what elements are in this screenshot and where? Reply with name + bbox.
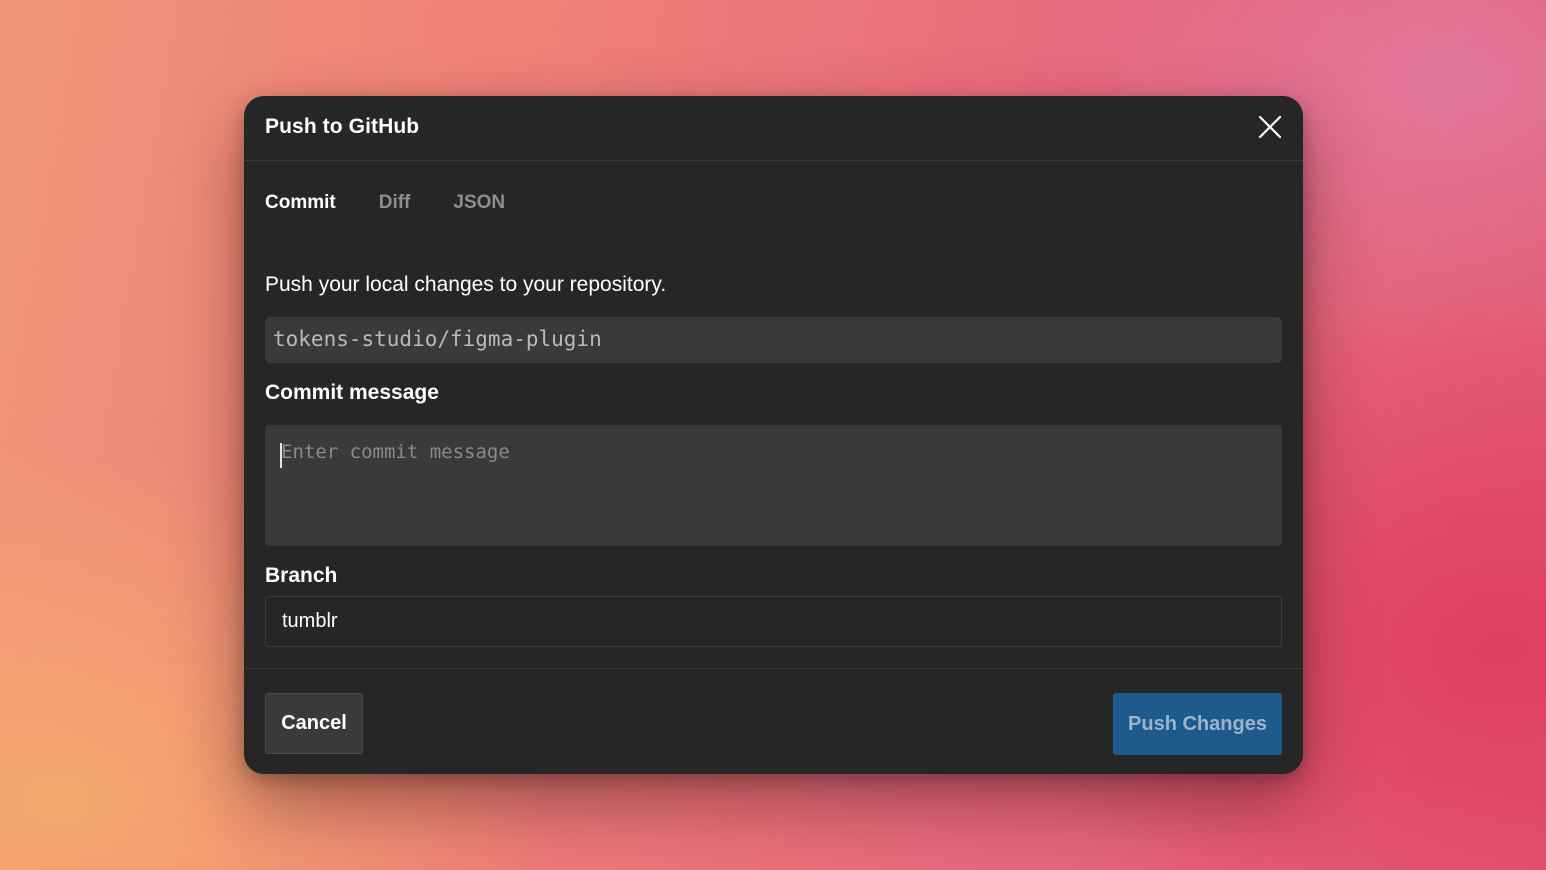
commit-message-label: Commit message: [265, 381, 439, 404]
text-caret: [280, 443, 282, 468]
dialog-header: Push to GitHub: [244, 96, 1303, 161]
push-description: Push your local changes to your reposito…: [265, 273, 667, 296]
branch-label: Branch: [265, 564, 338, 587]
push-dialog: Push to GitHub Commit Diff JSON Push you…: [244, 96, 1303, 774]
tab-diff[interactable]: Diff: [379, 192, 411, 214]
tab-commit[interactable]: Commit: [265, 192, 336, 214]
dialog-title: Push to GitHub: [265, 115, 420, 138]
tab-bar: Commit Diff JSON: [265, 192, 548, 214]
commit-message-input[interactable]: [265, 425, 1282, 546]
close-button[interactable]: [1255, 112, 1285, 142]
branch-input[interactable]: [265, 596, 1282, 647]
dialog-footer: Cancel Push Changes: [244, 668, 1303, 775]
cancel-button[interactable]: Cancel: [265, 693, 363, 754]
close-icon: [1258, 115, 1282, 139]
push-changes-button[interactable]: Push Changes: [1113, 693, 1282, 755]
tab-json[interactable]: JSON: [453, 192, 505, 214]
repository-display: tokens-studio/figma-plugin: [265, 317, 1282, 363]
